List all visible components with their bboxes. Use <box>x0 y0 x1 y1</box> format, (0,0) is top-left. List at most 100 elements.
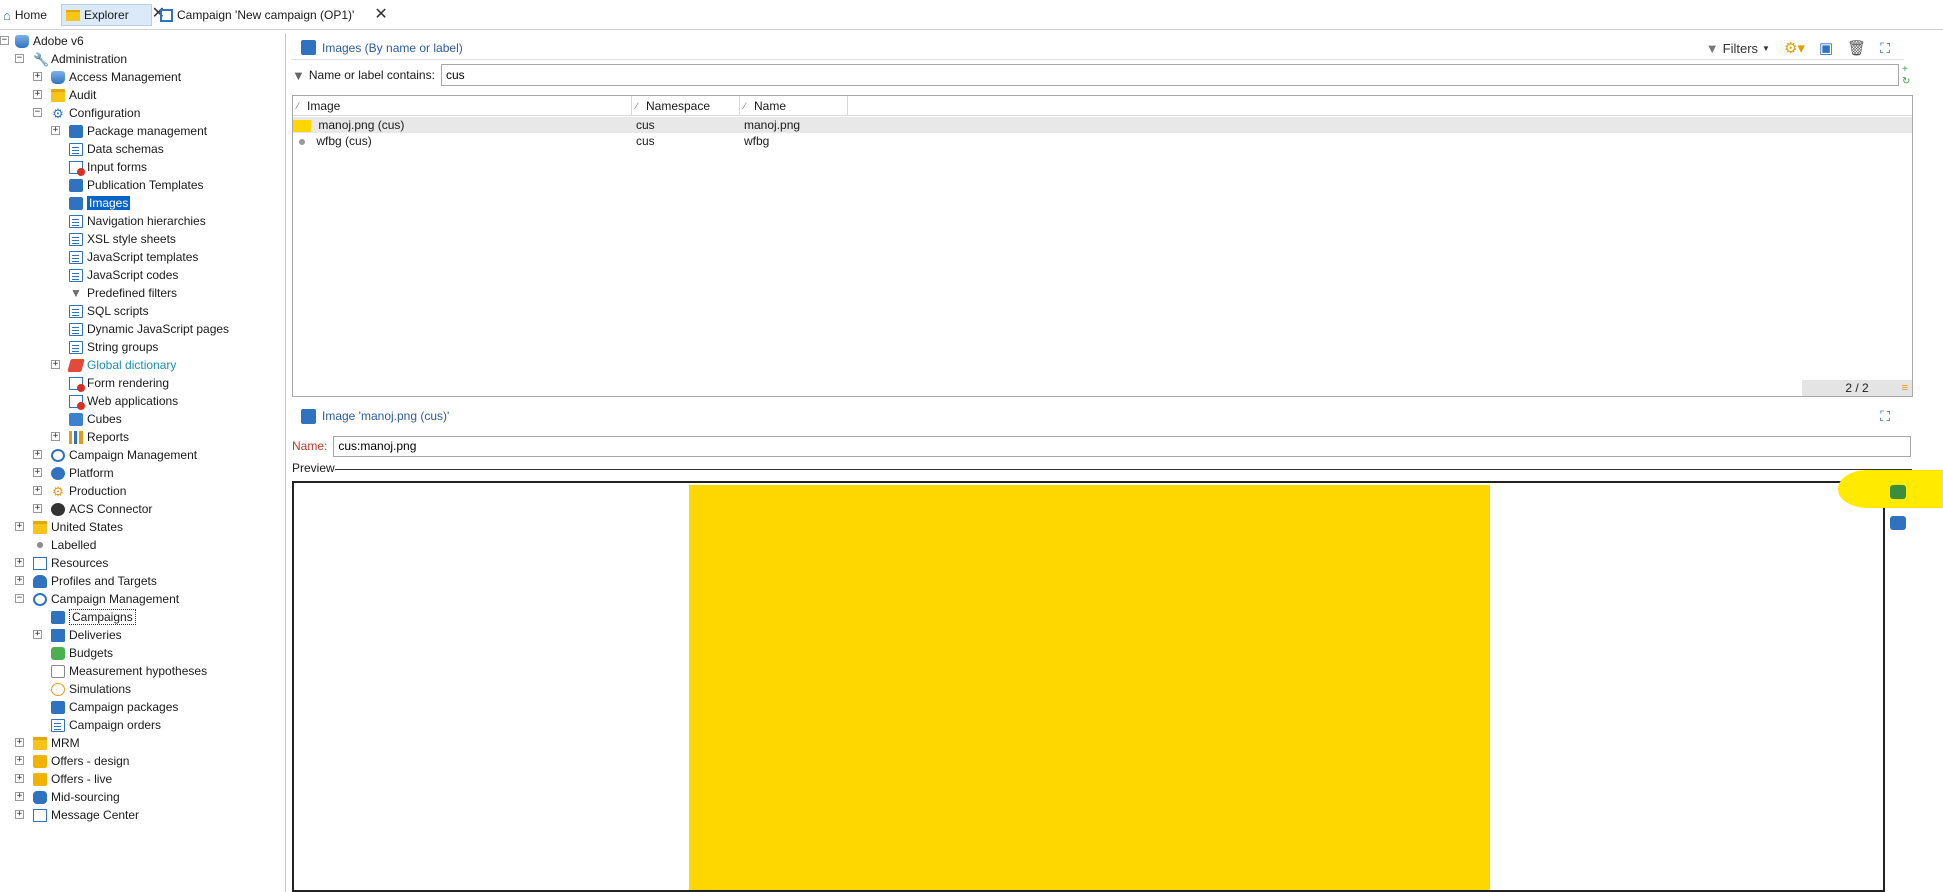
cell-namespace: cus <box>636 118 655 132</box>
database-upload-icon[interactable] <box>1890 516 1906 530</box>
tree-item-mrm[interactable]: + MRM <box>0 735 80 751</box>
expand-icon[interactable]: + <box>33 504 42 513</box>
folder-icon <box>66 9 80 21</box>
collapse-icon[interactable]: − <box>15 594 24 603</box>
tree-item-web-applications[interactable]: Web applications <box>69 393 178 410</box>
expand-icon[interactable]: + <box>15 522 24 531</box>
tree-item-resources[interactable]: + Resources <box>0 555 108 571</box>
expand-icon[interactable]: + <box>51 360 60 369</box>
tree-item-package-management[interactable]: + Package management <box>0 123 207 139</box>
expand-icon[interactable]: + <box>51 432 60 441</box>
image-icon <box>301 408 316 424</box>
tree-item-offers-live[interactable]: + Offers - live <box>0 771 112 787</box>
preview-image <box>689 485 1490 890</box>
name-field[interactable] <box>333 435 1912 457</box>
folder-icon <box>33 520 47 534</box>
expand-icon[interactable]: + <box>33 486 42 495</box>
tree-item-input-forms[interactable]: Input forms <box>69 159 147 176</box>
wrench-icon: 🔧 <box>33 51 50 67</box>
column-image[interactable]: ⁄ Image <box>293 96 632 116</box>
tree-item-deliveries[interactable]: + Deliveries <box>0 627 122 643</box>
tree-item-audit[interactable]: + Audit <box>0 87 96 103</box>
tree-item-labelled[interactable]: Labelled <box>33 537 96 553</box>
tree-item-images[interactable]: Images <box>69 195 131 211</box>
package-icon <box>51 700 65 714</box>
tree-item-message-center[interactable]: + Message Center <box>0 807 139 823</box>
expand-icon[interactable]: + <box>15 558 24 567</box>
expand-icon[interactable]: + <box>15 774 24 783</box>
collapse-icon[interactable]: − <box>0 36 9 45</box>
expand-icon[interactable]: + <box>33 90 42 99</box>
actions-gear-icon[interactable]: ⚙▾ <box>1784 39 1805 57</box>
tree-item-platform[interactable]: + Platform <box>0 465 114 481</box>
tree-item-administration[interactable]: − 🔧 Administration <box>0 51 127 67</box>
expand-icon[interactable]: + <box>15 810 24 819</box>
expand-icon[interactable]: + <box>51 126 60 135</box>
tree-item-campaign-management[interactable]: − Campaign Management <box>0 591 179 607</box>
tree-item-production[interactable]: + ⚙ Production <box>0 483 126 499</box>
tree-item-simulations[interactable]: Simulations <box>51 681 131 697</box>
refresh-icon[interactable]: ↻ <box>1902 76 1910 87</box>
tree-item-navigation-hierarchies[interactable]: Navigation hierarchies <box>69 213 206 229</box>
tree-item-access-management[interactable]: + Access Management <box>0 69 181 85</box>
tree-item-global-dictionary[interactable]: + Global dictionary <box>0 357 176 373</box>
expand-icon[interactable]: + <box>33 468 42 477</box>
add-icon[interactable]: + <box>1902 64 1908 75</box>
close-icon[interactable]: ✕ <box>374 7 387 23</box>
tree-item-profiles-and-targets[interactable]: + Profiles and Targets <box>0 573 157 589</box>
new-item-icon[interactable]: ▣ <box>1819 39 1833 57</box>
list-menu-icon[interactable]: ≡ <box>1902 382 1908 394</box>
collapse-icon[interactable]: − <box>15 54 24 63</box>
expand-icon[interactable]: + <box>33 630 42 639</box>
preview-label: Preview <box>292 461 335 475</box>
column-name[interactable]: ⁄ Name <box>740 96 848 116</box>
tree-item-cubes[interactable]: Cubes <box>69 411 122 427</box>
expand-icon[interactable]: + <box>15 738 24 747</box>
tree-item-javascript-codes[interactable]: JavaScript codes <box>69 267 178 283</box>
expand-icon[interactable]: + <box>15 756 24 765</box>
tree-item-dynamic-javascript-pages[interactable]: Dynamic JavaScript pages <box>69 321 229 337</box>
tree-item-offers-design[interactable]: + Offers - design <box>0 753 129 769</box>
expand-icon[interactable]: + <box>33 72 42 81</box>
tab-bar: ⌂ Home Explorer ✕ Campaign 'New campaign… <box>0 0 1943 30</box>
table-row[interactable]: manoj.png (cus) cus manoj.png <box>293 117 1912 133</box>
tree-item-javascript-templates[interactable]: JavaScript templates <box>69 249 198 265</box>
tree-item-publication-templates[interactable]: Publication Templates <box>69 177 204 193</box>
delete-icon[interactable]: 🗑 <box>1847 39 1866 57</box>
acs-icon <box>51 502 65 516</box>
expand-icon[interactable]: + <box>33 450 42 459</box>
tree-item-united-states[interactable]: + United States <box>0 519 123 535</box>
tree-item-adobe-v6[interactable]: − Adobe v6 <box>0 33 84 49</box>
tab-campaign[interactable]: Campaign 'New campaign (OP1)' ✕ <box>157 4 391 26</box>
tree-item-measurement-hypotheses[interactable]: Measurement hypotheses <box>51 663 207 679</box>
maximize-icon[interactable]: ⛶ <box>1880 408 1890 425</box>
expand-icon[interactable]: + <box>15 576 24 585</box>
tab-home[interactable]: ⌂ Home <box>0 4 50 26</box>
campaign-icon <box>33 592 47 606</box>
tree-item-predefined-filters[interactable]: ▼ Predefined filters <box>69 285 177 301</box>
collapse-icon[interactable]: − <box>33 108 42 117</box>
tree-item-campaigns[interactable]: Campaigns <box>51 609 136 625</box>
column-namespace[interactable]: ⁄ Namespace <box>632 96 740 116</box>
tree-item-sql-scripts[interactable]: SQL scripts <box>69 303 149 319</box>
tab-explorer[interactable]: Explorer ✕ <box>61 4 165 26</box>
tree-item-xsl-style-sheets[interactable]: XSL style sheets <box>69 231 176 247</box>
tree-item-campaign-packages[interactable]: Campaign packages <box>51 699 178 715</box>
tree-item-form-rendering[interactable]: Form rendering <box>69 375 169 392</box>
tree-item-budgets[interactable]: Budgets <box>51 645 113 661</box>
tree-item-campaign-orders[interactable]: Campaign orders <box>51 717 161 733</box>
table-row[interactable]: wfbg (cus) cus wfbg <box>293 133 1912 149</box>
tree-item-reports[interactable]: + Reports <box>0 429 129 445</box>
tree-item-acs-connector[interactable]: + ACS Connector <box>0 501 152 517</box>
tree-item-string-groups[interactable]: String groups <box>69 339 158 355</box>
tree-item-mid-sourcing[interactable]: + Mid-sourcing <box>0 789 120 805</box>
database-icon[interactable] <box>1890 485 1906 499</box>
expand-icon[interactable]: + <box>15 792 24 801</box>
tree-item-data-schemas[interactable]: Data schemas <box>69 141 164 157</box>
tree-item-configuration[interactable]: − ⚙ Configuration <box>0 105 140 121</box>
resources-icon <box>33 556 47 570</box>
tree-item-campaign-management-admin[interactable]: + Campaign Management <box>0 447 197 463</box>
maximize-icon[interactable]: ⛶ <box>1880 40 1890 57</box>
filter-input[interactable] <box>440 64 1899 86</box>
filters-button[interactable]: ▼ Filters ▼ <box>1706 41 1770 56</box>
